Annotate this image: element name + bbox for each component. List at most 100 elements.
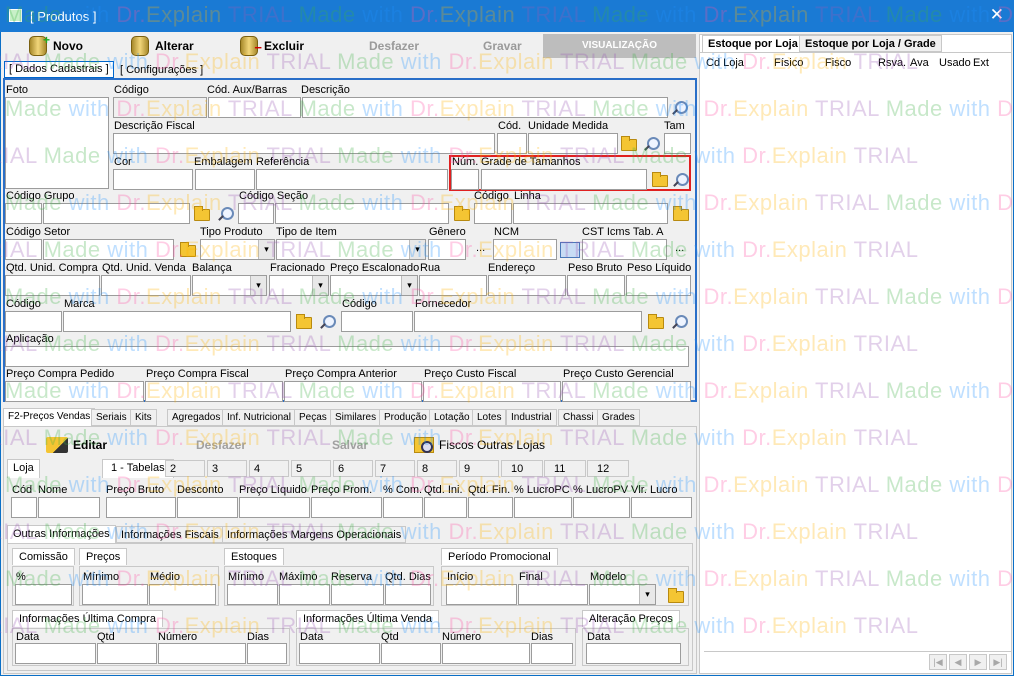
estoques-minimo-field[interactable] [227,584,278,605]
tab-seriais[interactable]: Seriais [91,409,132,426]
tab-tabela-7[interactable]: 7 [375,460,415,477]
last-record-icon[interactable]: ▶| [989,654,1007,670]
fracionado-select[interactable]: ▾ [269,275,329,296]
prev-record-icon[interactable]: ◀ [949,654,967,670]
lucro-pc-field[interactable] [514,497,572,518]
ncm-lookup-icon[interactable] [560,242,580,258]
venda-qtd-field[interactable] [381,643,441,664]
endereco-field[interactable] [488,275,566,296]
compra-dias-field[interactable] [247,643,287,664]
preco-custo-fiscal-field[interactable] [423,381,561,402]
balanca-select[interactable]: ▾ [192,275,267,296]
first-record-icon[interactable]: |◀ [929,654,947,670]
venda-numero-field[interactable] [442,643,530,664]
tab-tabela-6[interactable]: 6 [333,460,373,477]
num-grade-field[interactable] [451,169,479,190]
cst-field[interactable] [582,239,667,260]
qtd-ini-field[interactable] [424,497,467,518]
grupo-field[interactable] [43,203,190,224]
folder-fornecedor-icon[interactable] [648,314,664,329]
compra-numero-field[interactable] [158,643,246,664]
secao-field[interactable] [275,203,449,224]
tipo-item-select[interactable]: ▾ [276,239,426,260]
folder-linha-icon[interactable] [673,206,689,221]
folder-setor-icon[interactable] [180,242,196,257]
descricao-fiscal-field[interactable] [113,133,495,154]
tab-lotes[interactable]: Lotes [472,409,507,426]
search-descricao-icon[interactable] [670,100,688,118]
codigo-field[interactable] [113,97,207,118]
embalagem-field[interactable] [195,169,255,190]
cod-um-field[interactable] [497,133,527,154]
estoques-reserva-field[interactable] [331,584,384,605]
folder-modelo-icon[interactable] [668,588,684,603]
tab-tabela-4[interactable]: 4 [249,460,289,477]
tab-inf-nutricional[interactable]: Inf. Nutricional [222,409,296,426]
qtd-unid-compra-field[interactable] [5,275,100,296]
pct-com-field[interactable] [383,497,423,518]
preco-compra-pedido-field[interactable] [5,381,144,402]
lucro-pv-field[interactable] [573,497,630,518]
tab-informacoes-fiscais[interactable]: Informações Fiscais [116,526,224,543]
search-unidade-icon[interactable] [642,136,660,154]
tab-tabela-12[interactable]: 12 [587,460,629,477]
tab-dados-cadastrais[interactable]: [ Dados Cadastrais ] [4,61,114,78]
tab-tabela-2[interactable]: 2 [165,460,205,477]
codigo-setor-field[interactable] [5,239,42,260]
tab-tabela-11[interactable]: 11 [544,460,586,477]
folder-marca-icon[interactable] [296,314,312,329]
next-record-icon[interactable]: ▶ [969,654,987,670]
vlr-lucro-field[interactable] [631,497,692,518]
preco-prom-field[interactable] [311,497,382,518]
tab-similares[interactable]: Similares [330,409,382,426]
final-field[interactable] [518,584,588,605]
venda-dias-field[interactable] [531,643,573,664]
tab-tabela-10[interactable]: 10 [501,460,543,477]
rua-field[interactable] [419,275,487,296]
compra-data-field[interactable] [15,643,96,664]
tam-field[interactable] [664,133,691,154]
tab-estoque-por-loja-grade[interactable]: Estoque por Loja / Grade [799,35,942,52]
preco-liquido-field[interactable] [239,497,310,518]
visualizacao-button[interactable]: VISUALIZAÇÃO [543,34,696,58]
codigo-fornecedor-field[interactable] [341,311,413,332]
close-icon[interactable]: ✕ [990,5,1004,25]
tab-outras-informacoes[interactable]: Outras Informações [7,525,116,544]
setor-field[interactable] [43,239,174,260]
preco-custo-gerencial-field[interactable] [562,381,691,402]
folder-grupo-icon[interactable] [194,206,210,221]
folder-unidade-icon[interactable] [621,136,637,151]
tab-grades[interactable]: Grades [597,409,640,426]
tab-kits[interactable]: Kits [130,409,157,426]
folder-grade-icon[interactable] [652,172,668,187]
qtd-fin-field[interactable] [468,497,513,518]
tab-tabela-3[interactable]: 3 [207,460,247,477]
tipo-produto-select[interactable]: ▾ [200,239,275,260]
estoques-maximo-field[interactable] [279,584,330,605]
qtd-unid-venda-field[interactable] [101,275,191,296]
tab-tabela-5[interactable]: 5 [291,460,331,477]
tab-tabela-8[interactable]: 8 [417,460,457,477]
preco-bruto-field[interactable] [106,497,176,518]
tab-loja[interactable]: Loja [7,459,40,478]
referencia-field[interactable] [256,169,448,190]
excluir-button[interactable]: − Excluir [240,34,304,58]
search-grupo-icon[interactable] [216,206,234,224]
modelo-select[interactable]: ▾ [589,584,656,605]
alterar-button[interactable]: Alterar [131,34,194,58]
descricao-field[interactable] [302,97,668,118]
tab-estoque-por-loja[interactable]: Estoque por Loja [702,35,804,52]
tab-lotacao[interactable]: Lotação [429,409,475,426]
genero-field[interactable] [428,239,466,260]
ncm-field[interactable] [493,239,557,260]
comissao-pct-field[interactable] [15,584,72,605]
tab-tabela-1[interactable]: 1 - Tabelas [102,459,174,478]
precos-medio-field[interactable] [149,584,216,605]
peso-bruto-field[interactable] [567,275,625,296]
preco-compra-anterior-field[interactable] [284,381,422,402]
peso-liquido-field[interactable] [626,275,691,296]
search-grade-icon[interactable] [671,172,689,190]
aplicacao-field[interactable] [5,346,689,367]
codigo-linha-field[interactable] [474,203,512,224]
codigo-secao-field[interactable] [238,203,274,224]
